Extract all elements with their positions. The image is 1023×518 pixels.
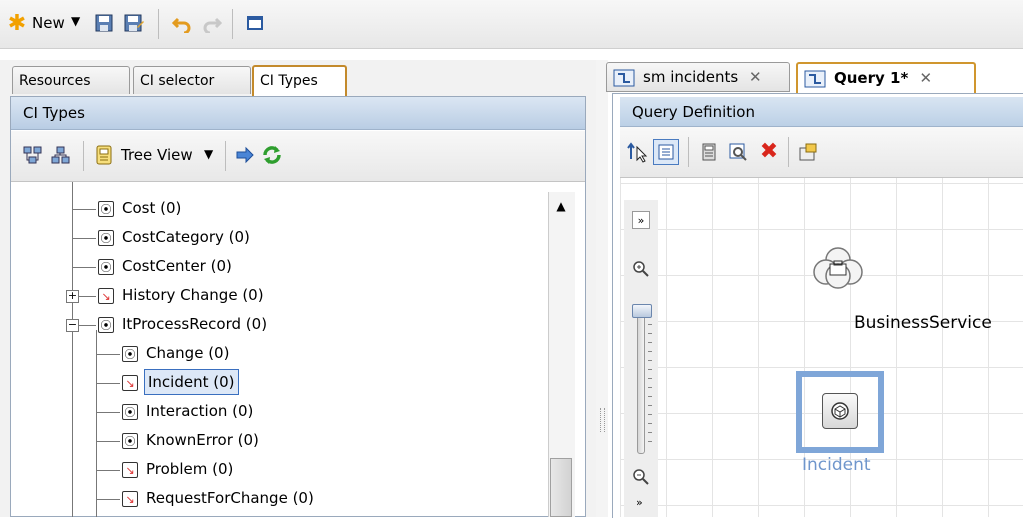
ci-icon: ⦿ (122, 404, 138, 420)
collapse-all-icon[interactable] (51, 145, 71, 165)
incident-label: Incident (802, 455, 871, 475)
save-icon[interactable] (93, 12, 115, 34)
tree-item[interactable]: Change (0) (146, 339, 229, 368)
new-button-label[interactable]: New (32, 14, 65, 32)
tab-resources-label: Resources (19, 73, 91, 89)
tab-ci-selector-label: CI selector (140, 73, 215, 89)
expand-toggle-icon[interactable]: + (66, 290, 79, 303)
ci-icon: ⦿ (98, 317, 114, 333)
ci-icon: ⦿ (98, 259, 114, 275)
expand-all-icon[interactable] (23, 145, 43, 165)
tab-query-1-label: Query 1* (834, 69, 909, 87)
chevron-down-icon[interactable]: ▼ (204, 147, 213, 161)
properties-list-icon[interactable] (653, 139, 679, 165)
tree-item[interactable]: CostCategory (0) (122, 223, 250, 252)
ci-broken-icon: ↘ (122, 491, 138, 507)
ci-icon: ⦿ (98, 230, 114, 246)
tree-toolbar: Tree View ▼ (11, 131, 585, 182)
tab-query-1[interactable]: Query 1* ✕ (796, 62, 976, 94)
zoom-ticks (648, 324, 652, 450)
arrow-right-icon[interactable] (235, 145, 255, 165)
tree-item[interactable]: History Change (0) (122, 281, 264, 310)
tree-view-label[interactable]: Tree View (121, 146, 193, 164)
incident-node[interactable] (822, 393, 858, 429)
ci-types-header: CI Types (11, 97, 585, 130)
calculator-icon[interactable] (698, 141, 720, 163)
zoom-slider-track[interactable] (637, 306, 645, 454)
window-icon[interactable] (244, 12, 266, 34)
zoom-slider-handle[interactable] (632, 304, 652, 318)
ci-icon: ⦿ (122, 433, 138, 449)
tree-item[interactable]: CostCenter (0) (122, 252, 232, 281)
tab-ci-selector[interactable]: CI selector (133, 66, 251, 94)
tab-sm-incidents[interactable]: sm incidents ✕ (606, 62, 790, 92)
refresh-icon[interactable] (261, 144, 283, 166)
query-icon (613, 68, 635, 87)
zoom-out-icon[interactable] (632, 468, 650, 486)
close-icon[interactable]: ✕ (749, 68, 762, 86)
ci-icon: ⦿ (122, 346, 138, 362)
ci-broken-icon: ↘ (122, 375, 138, 391)
collapse-toggle-icon[interactable]: − (66, 319, 79, 332)
undo-icon[interactable] (171, 12, 193, 34)
scroll-up-icon[interactable]: ▲ (550, 196, 572, 216)
tab-ci-types[interactable]: CI Types (252, 65, 347, 96)
close-icon[interactable]: ✕ (920, 69, 933, 87)
incident-node-selection[interactable] (796, 371, 884, 453)
save-as-icon[interactable] (122, 12, 146, 34)
tree-item-selected[interactable]: Incident (0) (144, 369, 239, 395)
panel-splitter[interactable] (596, 60, 608, 517)
properties-icon[interactable] (797, 141, 819, 163)
ci-broken-icon: ↘ (98, 288, 114, 304)
redo-icon[interactable] (201, 12, 223, 34)
expand-panel-icon[interactable]: » (632, 211, 650, 229)
tab-resources[interactable]: Resources (12, 66, 130, 94)
tree-item[interactable]: RequestForChange (0) (146, 484, 314, 513)
asterisk-icon: ✱ (7, 10, 27, 36)
business-service-label: BusinessService (854, 313, 992, 333)
tab-ci-types-label: CI Types (260, 73, 318, 89)
ci-broken-icon: ↘ (122, 462, 138, 478)
zoom-controls: » » (624, 200, 658, 517)
main-toolbar: ✱ New ▼ (0, 0, 1023, 49)
scrollbar-thumb[interactable] (550, 458, 572, 517)
tree-item[interactable]: Interaction (0) (146, 397, 253, 426)
ci-types-tree: ⦿ Cost (0) ⦿ CostCategory (0) ⦿ CostCent… (11, 182, 548, 517)
chevron-double-down-icon[interactable]: » (636, 496, 643, 509)
tab-sm-incidents-label: sm incidents (643, 68, 739, 86)
query-icon (804, 69, 826, 88)
zoom-preview-icon[interactable] (727, 141, 749, 163)
dropdown-arrow-icon[interactable]: ▼ (71, 14, 80, 28)
business-service-node[interactable] (808, 240, 868, 296)
select-pointer-icon[interactable] (626, 141, 648, 163)
delete-icon[interactable]: ✖ (758, 139, 780, 164)
tree-item[interactable]: Problem (0) (146, 455, 233, 484)
tree-item[interactable]: ItProcessRecord (0) (122, 310, 267, 339)
query-toolbar: ✖ (620, 127, 1023, 178)
ci-icon: ⦿ (98, 201, 114, 217)
tree-item[interactable]: Cost (0) (122, 194, 181, 223)
query-definition-header: Query Definition (620, 97, 1023, 127)
zoom-in-icon[interactable] (632, 260, 650, 278)
tree-item[interactable]: KnownError (0) (146, 426, 259, 455)
tree-view-icon[interactable] (93, 144, 115, 166)
